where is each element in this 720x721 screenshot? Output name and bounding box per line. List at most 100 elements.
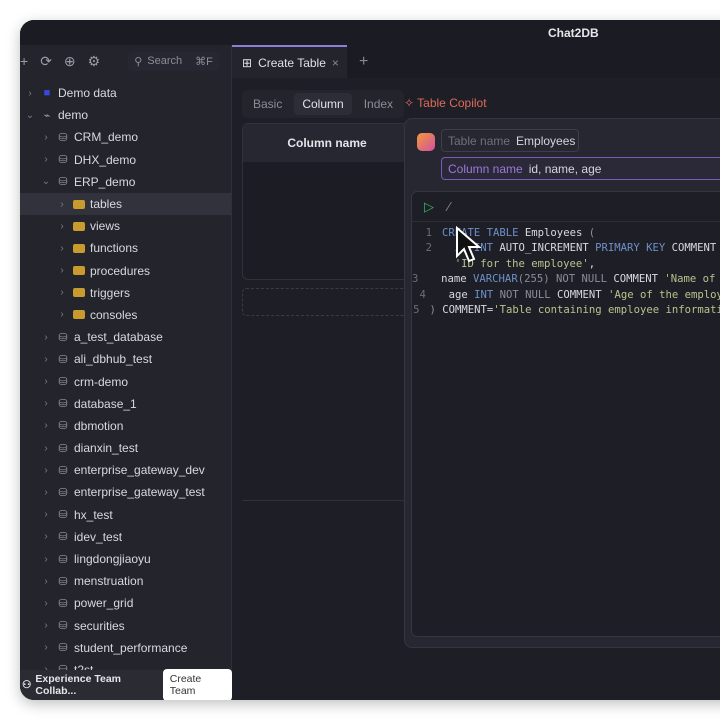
tree-item[interactable]: › ⛁ student_performance [20, 637, 231, 659]
tree-item[interactable]: › tables [20, 192, 231, 216]
chevron-right-icon[interactable]: › [40, 354, 52, 365]
tree-item[interactable]: › ⛁ crm-demo [20, 370, 231, 392]
code-line: 4 age INT NOT NULL COMMENT 'Age of the e… [412, 288, 720, 303]
database-icon: ⛁ [58, 420, 68, 433]
tree-item[interactable]: › consoles [20, 304, 231, 326]
tree-item[interactable]: › ⛁ securities [20, 615, 231, 637]
chevron-right-icon[interactable]: › [56, 309, 68, 320]
subtabs: Basic Column Index [242, 90, 405, 118]
tree-item[interactable]: › ⛁ ali_dbhub_test [20, 348, 231, 370]
chevron-right-icon[interactable]: › [40, 376, 52, 387]
code-line: 3 name VARCHAR (255) NOT NULL COMMENT 'Na… [412, 272, 720, 287]
tree-item[interactable]: › ⛁ dbmotion [20, 415, 231, 437]
table-copilot-button[interactable]: ✧ Table Copilot [404, 96, 487, 110]
chevron-right-icon[interactable]: › [40, 398, 52, 409]
tree-item-label: a_test_database [74, 330, 163, 345]
tree-item[interactable]: ⌄ ⌁ demo [20, 104, 231, 126]
database-icon: ⛁ [58, 597, 68, 610]
column-name-value: id, name, age [528, 161, 602, 176]
tree-item-label: dbmotion [74, 418, 124, 433]
new-tab-button[interactable]: + [347, 45, 380, 78]
tree-item[interactable]: › ⛁ enterprise_gateway_test [20, 481, 231, 503]
line-number: 3 [412, 273, 419, 286]
copilot-label: Table Copilot [417, 96, 487, 110]
chevron-right-icon[interactable]: › [40, 554, 52, 565]
chevron-down-icon[interactable]: ⌄ [40, 176, 52, 187]
chevron-right-icon[interactable]: › [40, 465, 52, 476]
tree-item-label: enterprise_gateway_dev [74, 463, 205, 478]
close-icon[interactable]: × [332, 56, 339, 70]
tree-item[interactable]: › ⛁ DHX_demo [20, 149, 231, 171]
compass-icon[interactable]: ⊕ [64, 53, 76, 70]
tree-item-label: securities [74, 618, 125, 633]
database-icon: ⛁ [58, 331, 68, 344]
chevron-right-icon[interactable]: › [40, 420, 52, 431]
database-tree: › ■ Demo data ⌄ ⌁ demo › ⛁ CRM_demo › ⛁ DHX_demo ⌄ ⛁ E… [20, 82, 231, 681]
chevron-right-icon[interactable]: › [56, 265, 68, 276]
column-name-field[interactable]: Column name id, name, age [441, 157, 720, 180]
database-icon: ⛁ [58, 176, 68, 189]
tree-item[interactable]: › ⛁ idev_test [20, 526, 231, 548]
run-icon[interactable]: ▷ [424, 199, 434, 215]
refresh-icon[interactable]: ⟳ [40, 53, 52, 70]
line-number: 2 [425, 242, 432, 255]
team-icon: ⚇ [22, 679, 32, 691]
code-token: COMMENT [557, 288, 609, 301]
tree-item[interactable]: ⌄ ⛁ ERP_demo [20, 171, 231, 193]
tree-item[interactable]: › ■ Demo data [20, 82, 231, 104]
tab-create-table[interactable]: ⊞ Create Table × [232, 45, 347, 78]
tree-item-label: enterprise_gateway_test [74, 485, 205, 500]
chevron-right-icon[interactable]: › [56, 221, 68, 232]
chevron-right-icon[interactable]: › [40, 598, 52, 609]
tree-item[interactable]: › ⛁ menstruation [20, 570, 231, 592]
tree-item[interactable]: › functions [20, 237, 231, 259]
tree-item[interactable]: › ⛁ dianxin_test [20, 437, 231, 459]
search-placeholder: Search [147, 55, 183, 67]
chevron-right-icon[interactable]: › [56, 199, 68, 210]
tree-item[interactable]: › ⛁ a_test_database [20, 326, 231, 348]
database-icon: ⛁ [58, 486, 68, 499]
gear-icon[interactable]: ⚙ [88, 53, 101, 70]
tree-item[interactable]: › views [20, 215, 231, 237]
chevron-right-icon[interactable]: › [56, 287, 68, 298]
create-team-button[interactable]: Create Team [162, 669, 232, 700]
line-number: 5 [413, 304, 420, 317]
database-icon: ⛁ [58, 398, 68, 411]
tree-item-label: ali_dbhub_test [74, 352, 153, 367]
subtab-basic[interactable]: Basic [245, 93, 290, 115]
tree-item[interactable]: › ⛁ database_1 [20, 393, 231, 415]
subtab-column[interactable]: Column [294, 93, 352, 115]
chevron-right-icon[interactable]: › [40, 487, 52, 498]
window-title: Chat2DB [548, 26, 599, 40]
tree-item[interactable]: › ⛁ enterprise_gateway_dev [20, 459, 231, 481]
tree-item[interactable]: › ⛁ hx_test [20, 504, 231, 526]
chevron-right-icon[interactable]: › [40, 576, 52, 587]
table-name-field[interactable]: Table name Employees [441, 129, 579, 152]
database-icon: ⛁ [58, 509, 68, 522]
chevron-right-icon[interactable]: › [40, 642, 52, 653]
tree-item[interactable]: › ⛁ power_grid [20, 592, 231, 614]
magic-wand-icon[interactable]: ⁄ [448, 199, 450, 214]
chevron-right-icon[interactable]: › [40, 154, 52, 165]
chevron-right-icon[interactable]: › [40, 620, 52, 631]
chevron-right-icon[interactable]: › [24, 88, 36, 99]
chevron-right-icon[interactable]: › [40, 531, 52, 542]
tree-item-label: triggers [90, 285, 131, 300]
code-token: 'Name of the employee' [664, 273, 716, 286]
tree-item[interactable]: › ⛁ lingdongjiaoyu [20, 548, 231, 570]
add-column-placeholder[interactable] [242, 288, 412, 316]
tree-item-label: functions [90, 241, 139, 256]
subtab-index[interactable]: Index [356, 93, 401, 115]
tree-item[interactable]: › triggers [20, 282, 231, 304]
chevron-right-icon[interactable]: › [40, 132, 52, 143]
chevron-right-icon[interactable]: › [40, 332, 52, 343]
chevron-right-icon[interactable]: › [40, 443, 52, 454]
tree-item[interactable]: › procedures [20, 260, 231, 282]
chevron-down-icon[interactable]: ⌄ [24, 110, 36, 121]
chevron-right-icon[interactable]: › [56, 243, 68, 254]
chevron-right-icon[interactable]: › [40, 509, 52, 520]
tree-item[interactable]: › ⛁ CRM_demo [20, 126, 231, 148]
search-input[interactable]: ⚲ Search ⌘F [128, 51, 219, 71]
add-icon[interactable]: + [20, 53, 28, 69]
code-token: 'Age of the employee' [608, 288, 720, 301]
